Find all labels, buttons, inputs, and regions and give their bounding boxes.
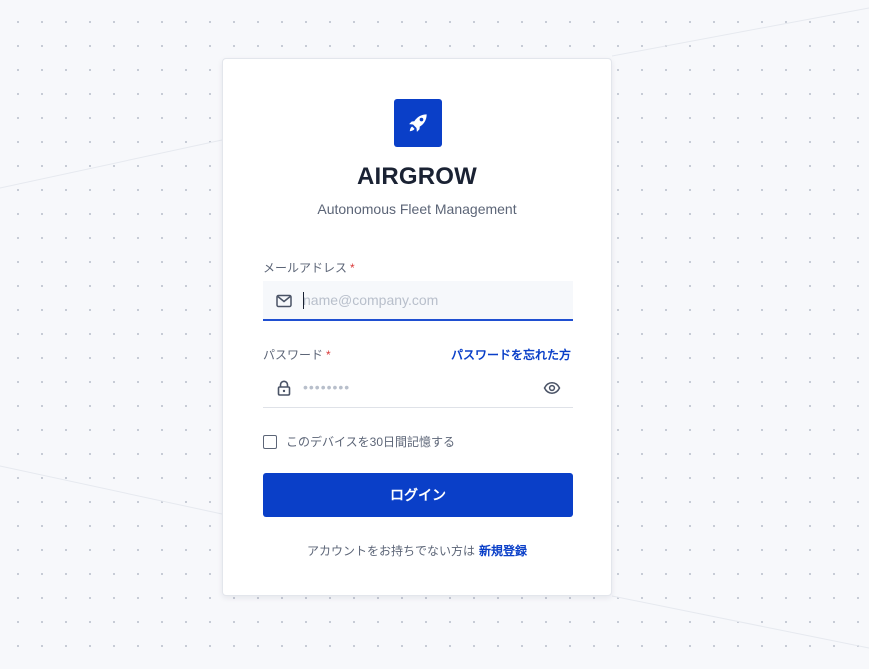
brand-tagline: Autonomous Fleet Management xyxy=(317,201,517,217)
email-label-text: メールアドレス xyxy=(263,261,348,275)
text-caret xyxy=(303,292,304,309)
signup-prompt: アカウントをお持ちでない方は 新規登録 xyxy=(223,542,611,559)
login-card: AIRGROW Autonomous Fleet Management メールア… xyxy=(222,58,612,596)
lock-icon xyxy=(277,380,291,396)
brand-name: AIRGROW xyxy=(356,163,478,190)
login-button[interactable]: ログイン xyxy=(263,473,573,517)
eye-icon[interactable] xyxy=(543,379,561,397)
password-field[interactable] xyxy=(263,368,573,408)
password-label: パスワード * xyxy=(263,346,331,363)
brand-logo xyxy=(394,99,442,147)
email-input[interactable] xyxy=(303,281,533,319)
required-mark: * xyxy=(326,348,331,362)
rocket-icon xyxy=(409,114,427,132)
signup-link[interactable]: 新規登録 xyxy=(479,544,527,558)
mail-icon xyxy=(276,294,292,308)
signup-prompt-text: アカウントをお持ちでない方は xyxy=(306,544,475,558)
email-label: メールアドレス * xyxy=(263,259,355,276)
password-input[interactable] xyxy=(303,368,533,406)
remember-label: このデバイスを30日間記憶する xyxy=(286,435,455,449)
forgot-password-link[interactable]: パスワードを忘れた方 xyxy=(451,346,571,363)
remember-device-option[interactable]: このデバイスを30日間記憶する xyxy=(263,433,455,450)
password-label-text: パスワード xyxy=(263,348,324,362)
email-field[interactable] xyxy=(263,281,573,321)
remember-checkbox[interactable] xyxy=(263,434,277,449)
required-mark: * xyxy=(350,261,355,275)
